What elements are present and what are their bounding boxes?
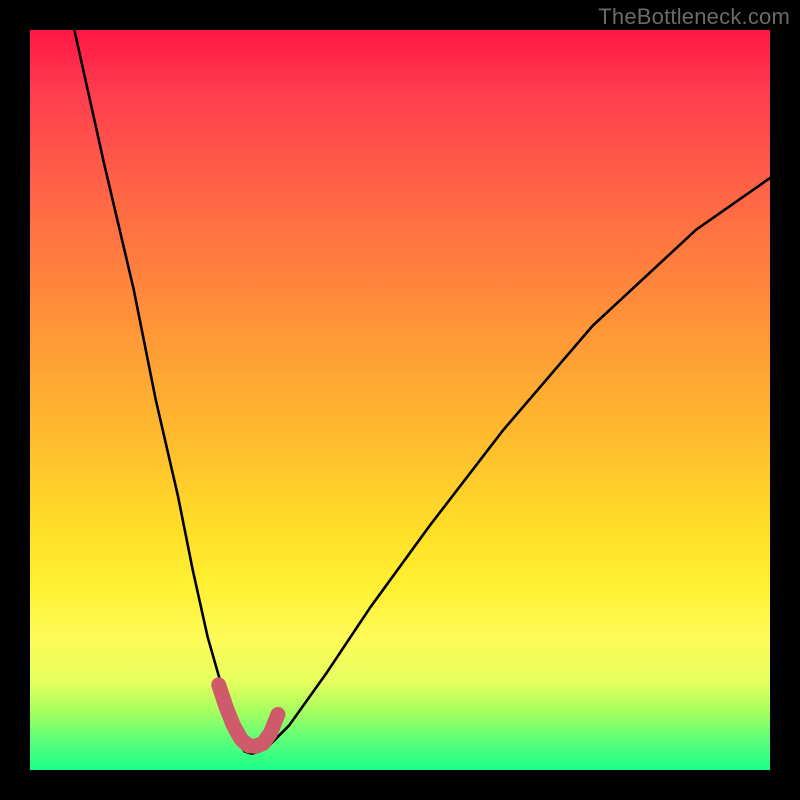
bottleneck-minimum-highlight [219, 685, 278, 746]
watermark-text: TheBottleneck.com [598, 4, 790, 30]
chart-frame: TheBottleneck.com [0, 0, 800, 800]
bottleneck-curve [74, 30, 770, 754]
curve-layer [30, 30, 770, 770]
